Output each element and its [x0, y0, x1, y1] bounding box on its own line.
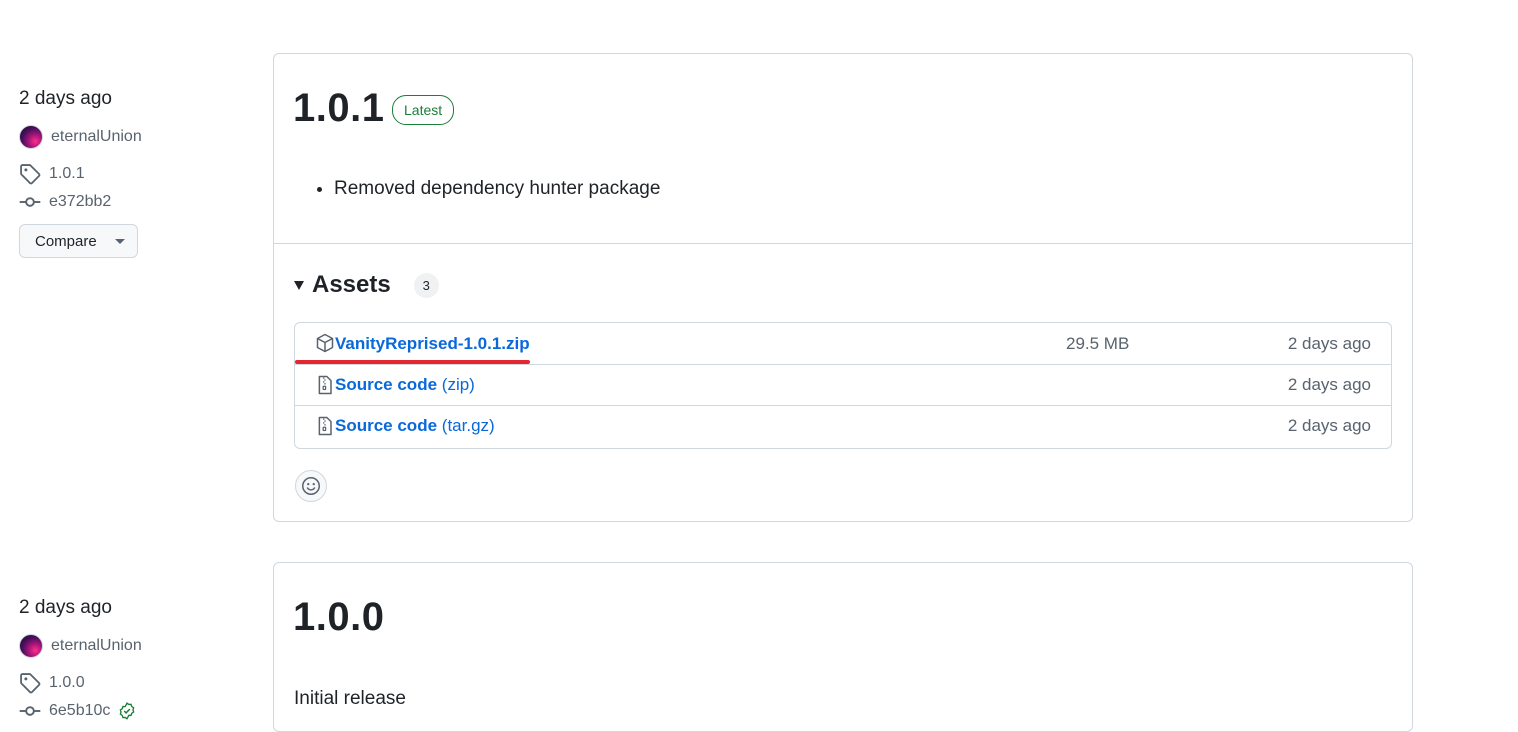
- add-reaction-button[interactable]: [295, 470, 327, 502]
- release-card: 1.0.1 Latest Removed dependency hunter p…: [273, 53, 1413, 522]
- release-commit[interactable]: e372bb2: [19, 191, 111, 213]
- asset-date: 2 days ago: [1287, 416, 1371, 435]
- smiley-icon: [302, 477, 320, 495]
- chevron-down-icon: [114, 238, 125, 244]
- latest-badge: Latest: [392, 95, 455, 125]
- release-author[interactable]: eternalUnion: [19, 125, 142, 149]
- author-name[interactable]: eternalUnion: [51, 128, 142, 146]
- assets-toggle[interactable]: Assets 3: [294, 271, 439, 299]
- release-title[interactable]: 1.0.0: [293, 595, 384, 640]
- compare-label: Compare: [35, 232, 97, 250]
- asset-link-label[interactable]: Source code: [335, 375, 437, 394]
- release-notes: Removed dependency hunter package: [294, 178, 660, 200]
- commit-icon: [19, 706, 41, 716]
- release-title[interactable]: 1.0.1: [293, 86, 384, 131]
- release-author[interactable]: eternalUnion: [19, 634, 142, 658]
- file-zip-icon: [318, 375, 332, 395]
- commit-icon: [19, 197, 41, 207]
- asset-link-suffix[interactable]: (zip): [442, 375, 475, 394]
- package-icon: [316, 333, 334, 353]
- asset-link[interactable]: Source code (zip): [335, 375, 475, 395]
- release-body: Initial release: [294, 688, 406, 709]
- compare-button[interactable]: Compare: [19, 224, 138, 258]
- asset-size: 29.5 MB: [1066, 333, 1130, 353]
- assets-list: VanityReprised-1.0.1.zip 29.5 MB 2 days …: [294, 322, 1392, 449]
- release-commit[interactable]: 6e5b10c: [19, 700, 136, 722]
- tag-icon: [20, 164, 41, 185]
- section-divider: [274, 243, 1412, 244]
- commit-sha[interactable]: e372bb2: [49, 193, 111, 211]
- asset-date: 2 days ago: [1287, 375, 1371, 394]
- assets-heading: Assets: [312, 271, 391, 298]
- asset-row[interactable]: Source code (zip) 2 days ago: [295, 364, 1391, 405]
- release-card: 1.0.0 Initial release: [273, 562, 1413, 732]
- asset-row[interactable]: VanityReprised-1.0.1.zip 29.5 MB 2 days …: [295, 323, 1391, 364]
- assets-count-badge: 3: [413, 272, 439, 298]
- file-zip-icon: [318, 416, 332, 436]
- tag-name[interactable]: 1.0.0: [49, 674, 85, 692]
- avatar[interactable]: [19, 125, 43, 149]
- asset-link[interactable]: Source code (tar.gz): [335, 416, 495, 436]
- annotation-underline: [295, 360, 530, 364]
- asset-link-label[interactable]: Source code: [335, 416, 437, 435]
- asset-date: 2 days ago: [1287, 333, 1371, 353]
- release-date: 2 days ago: [19, 597, 112, 618]
- tag-icon: [20, 673, 41, 694]
- asset-row[interactable]: Source code (tar.gz) 2 days ago: [295, 405, 1391, 446]
- release-date: 2 days ago: [19, 88, 112, 109]
- commit-sha[interactable]: 6e5b10c: [49, 702, 110, 720]
- release-tag[interactable]: 1.0.0: [19, 672, 85, 694]
- asset-link[interactable]: VanityReprised-1.0.1.zip: [335, 334, 530, 354]
- author-name[interactable]: eternalUnion: [51, 637, 142, 655]
- release-tag[interactable]: 1.0.1: [19, 163, 85, 185]
- tag-name[interactable]: 1.0.1: [49, 165, 85, 183]
- triangle-down-icon: [294, 280, 304, 290]
- avatar[interactable]: [19, 634, 43, 658]
- release-note-item: Removed dependency hunter package: [334, 178, 660, 200]
- verified-icon[interactable]: [118, 702, 136, 720]
- asset-link-suffix[interactable]: (tar.gz): [442, 416, 495, 435]
